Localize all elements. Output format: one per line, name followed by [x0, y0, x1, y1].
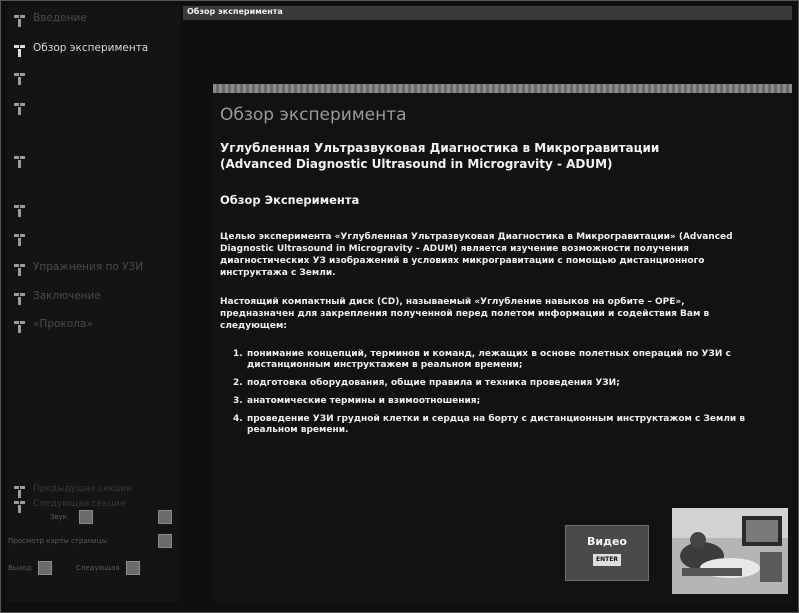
list-item: 3. анатомические термины и взимоотношения…	[233, 396, 481, 406]
exit-button[interactable]	[37, 561, 52, 575]
section-icon	[14, 501, 26, 513]
section-icon	[14, 264, 26, 276]
section-icon	[14, 486, 26, 498]
next-control: Следующая	[76, 561, 140, 575]
map-button[interactable]	[158, 510, 172, 524]
list-item: 1. понимание концепций, терминов и команд…	[233, 349, 731, 370]
section-icon	[14, 321, 26, 333]
overview-control: Просмотр карты страницы	[8, 537, 107, 545]
sidebar: Введение Обзор эксперимента Упражнения п…	[8, 6, 180, 602]
experiment-title-line1: Углубленная Ультразвуковая Диагностика в…	[220, 141, 660, 155]
video-thumbnail[interactable]	[672, 508, 788, 594]
nav-item-5[interactable]	[14, 154, 180, 168]
nav-item-label: Обзор эксперимента	[33, 42, 149, 54]
next-label: Следующая	[76, 564, 120, 572]
experiment-title-line2: (Advanced Diagnostic Ultrasound in Micro…	[220, 157, 613, 171]
cd-paragraph: Настоящий компактный диск (CD), называем…	[220, 297, 710, 331]
section-icon	[14, 103, 26, 115]
section-icon	[14, 45, 26, 57]
nav-item-label: Заключение	[33, 290, 101, 302]
nav-item-protocol[interactable]: «Прокола»	[14, 319, 180, 333]
intro-paragraph: Целью эксперимента «Углубленная Ультразв…	[220, 232, 733, 278]
nav-item-label: Упражнения по УЗИ	[33, 261, 144, 273]
next-section-link[interactable]: Следующая секция	[14, 499, 180, 513]
section-icon	[14, 156, 26, 168]
video-label: Видео	[587, 535, 627, 548]
sound-control: Звук	[50, 510, 93, 524]
nav-item-ultrasound-exercises[interactable]: Упражнения по УЗИ	[14, 262, 180, 276]
list-item: 2. подготовка оборудования, общие правила…	[233, 378, 620, 388]
section-title: Обзор Эксперимента	[220, 193, 360, 207]
overview-button[interactable]	[158, 534, 172, 548]
exit-label: Выход	[8, 564, 32, 572]
video-button[interactable]: Видео ENTER	[565, 525, 649, 581]
photo-image	[672, 508, 788, 594]
enter-button[interactable]: ENTER	[593, 554, 621, 566]
next-button[interactable]	[125, 561, 140, 575]
nav-item-3[interactable]	[14, 71, 180, 85]
nav-item-intro[interactable]: Введение	[14, 13, 180, 27]
section-icon	[14, 15, 26, 27]
sound-button[interactable]	[78, 510, 93, 524]
section-icon	[14, 234, 26, 246]
section-icon	[14, 293, 26, 305]
nav-item-4[interactable]	[14, 101, 180, 115]
nav-item-label: Следующая секция	[33, 499, 126, 509]
title-bar: Обзор эксперимента	[183, 6, 792, 20]
page-title: Обзор эксперимента	[220, 105, 407, 125]
experiment-title: Углубленная Ультразвуковая Диагностика в…	[220, 140, 740, 172]
section-icon	[14, 205, 26, 217]
goals-list: 1. понимание концепций, терминов и команд…	[233, 349, 763, 443]
overview-label: Просмотр карты страницы	[8, 537, 108, 545]
nav-item-conclusion[interactable]: Заключение	[14, 291, 180, 305]
prev-section-link[interactable]: Предыдущая секция	[14, 484, 180, 498]
sound-label: Звук	[50, 513, 67, 521]
list-item: 4. проведение УЗИ грудной клетки и сердца…	[233, 414, 746, 435]
nav-item-label: «Прокола»	[33, 318, 93, 330]
nav-item-label: Введение	[33, 12, 87, 24]
exit-control: Выход	[8, 561, 52, 575]
nav-item-6[interactable]	[14, 203, 180, 217]
nav-item-label: Предыдущая секция	[33, 484, 132, 494]
nav-item-overview[interactable]: Обзор эксперимента	[14, 43, 180, 57]
section-icon	[14, 73, 26, 85]
nav-item-7[interactable]	[14, 232, 180, 246]
header-stripe	[213, 84, 792, 93]
window-title: Обзор эксперимента	[187, 7, 283, 16]
